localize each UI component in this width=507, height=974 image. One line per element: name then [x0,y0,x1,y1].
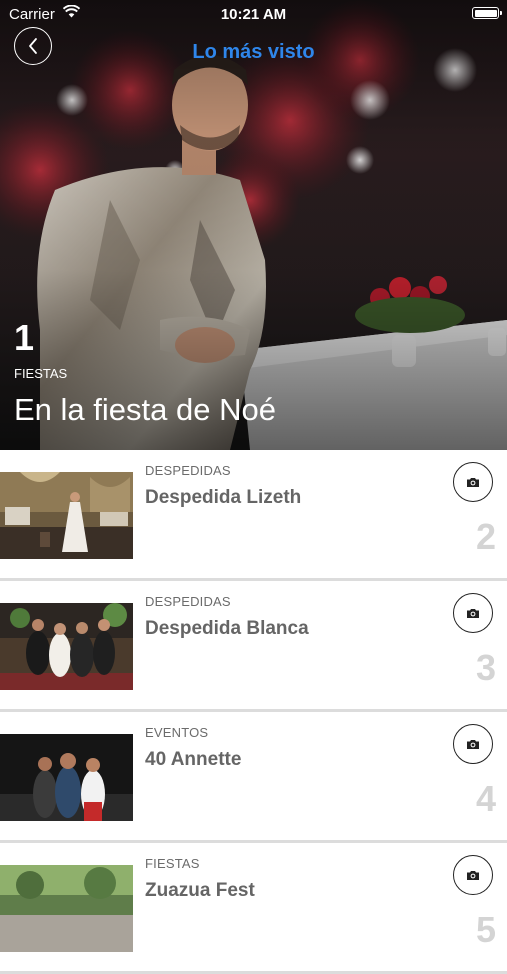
hero-category: FIESTAS [14,366,68,381]
item-category: EVENTOS [145,725,209,740]
photo-gallery-button[interactable] [453,855,493,895]
clock: 10:21 AM [220,6,287,23]
item-title: 40 Annette [145,749,242,770]
item-rank: 4 [475,778,496,819]
item-thumbnail [0,603,133,690]
list-item[interactable]: FIESTAS Zuazua Fest 5 [0,843,507,974]
status-bar: Carrier 10:21 AM [0,0,507,28]
item-thumbnail [0,865,133,952]
item-category: FIESTAS [145,856,200,871]
photo-gallery-button[interactable] [453,462,493,502]
ranking-list: DESPEDIDAS Despedida Lizeth 2 DESPEDIDAS… [0,450,507,974]
item-rank: 2 [475,516,496,557]
hero-title: En la fiesta de Noé [14,392,276,427]
photo-gallery-button[interactable] [453,724,493,764]
page-title: Lo más visto [192,41,315,63]
item-rank: 5 [475,909,496,950]
item-thumbnail [0,472,133,559]
hero-rank: 1 [14,317,35,358]
camera-icon [467,870,479,880]
hero-overlay [0,0,507,450]
list-item[interactable]: EVENTOS 40 Annette 4 [0,712,507,843]
list-item[interactable]: DESPEDIDAS Despedida Blanca 3 [0,581,507,712]
item-title: Zuazua Fest [145,880,255,901]
featured-hero[interactable]: Carrier 10:21 AM Lo más visto 1 FIESTAS … [0,0,507,450]
photo-gallery-button[interactable] [453,593,493,633]
item-category: DESPEDIDAS [145,594,231,609]
item-rank: 3 [475,647,496,688]
item-title: Despedida Lizeth [145,487,302,508]
item-category: DESPEDIDAS [145,463,231,478]
camera-icon [467,739,479,749]
item-title: Despedida Blanca [145,618,309,639]
camera-icon [467,608,479,618]
list-item[interactable]: DESPEDIDAS Despedida Lizeth 2 [0,450,507,581]
item-thumbnail [0,734,133,821]
camera-icon [467,477,479,487]
battery-icon [472,7,502,19]
